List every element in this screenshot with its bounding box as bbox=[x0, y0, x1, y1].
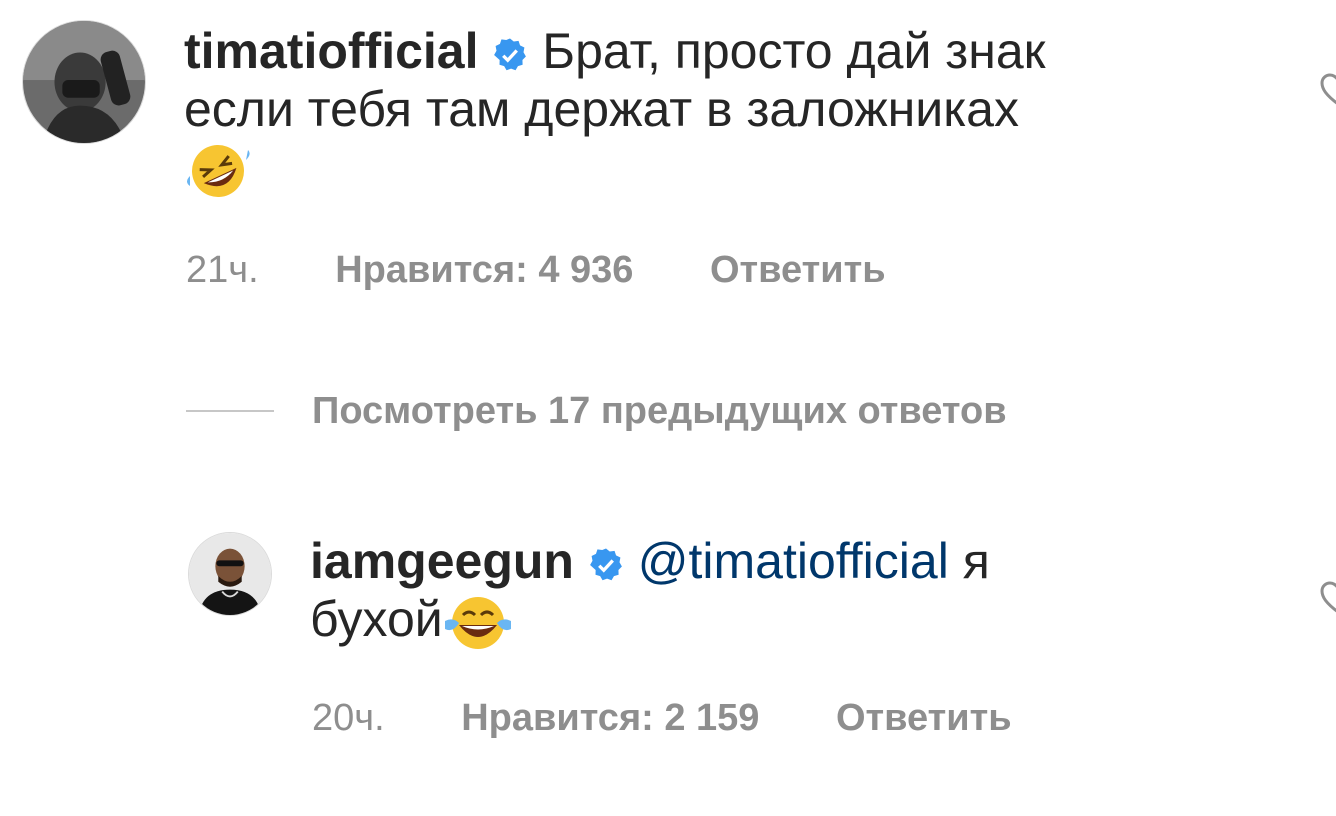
like-heart-icon[interactable] bbox=[1318, 578, 1336, 618]
like-heart-icon[interactable] bbox=[1318, 70, 1336, 110]
reply-button[interactable]: Ответить bbox=[836, 696, 1012, 740]
reply-body: iamgeegun @timatiofficial я бухой bbox=[310, 532, 1210, 653]
avatar-timatiofficial[interactable] bbox=[22, 20, 146, 144]
face-with-tears-of-joy-icon bbox=[444, 596, 511, 649]
replies-divider-line bbox=[186, 410, 274, 412]
view-previous-replies-button[interactable]: Посмотреть 17 предыдущих ответов bbox=[186, 389, 1007, 433]
avatar-photo bbox=[23, 21, 145, 143]
comment-text-line2: если тебя там держат в заложниках bbox=[184, 81, 1019, 137]
avatar-iamgeegun[interactable] bbox=[188, 532, 272, 616]
reply-button[interactable]: Ответить bbox=[710, 248, 886, 292]
mention-link[interactable]: @timatiofficial bbox=[638, 533, 949, 589]
verified-badge-icon bbox=[589, 548, 622, 581]
reply-meta: 20ч. Нравится: 2 159 Ответить bbox=[312, 696, 1012, 740]
verified-badge-icon bbox=[494, 38, 527, 71]
reply-text-line2: бухой bbox=[310, 591, 443, 647]
comment-text-line1: Брат, просто дай знак bbox=[542, 23, 1046, 79]
likes-count-button[interactable]: Нравится: 2 159 bbox=[461, 696, 759, 740]
view-replies-label: Посмотреть 17 предыдущих ответов bbox=[312, 389, 1007, 432]
comment-timestamp: 21ч. bbox=[186, 249, 259, 291]
username-link[interactable]: timatiofficial bbox=[184, 23, 478, 79]
avatar-photo bbox=[189, 533, 271, 615]
reply-timestamp: 20ч. bbox=[312, 697, 385, 739]
comment-meta: 21ч. Нравится: 4 936 Ответить bbox=[186, 248, 886, 292]
reply-text-line1: я bbox=[962, 533, 990, 589]
likes-count-button[interactable]: Нравится: 4 936 bbox=[335, 248, 633, 292]
username-link[interactable]: iamgeegun bbox=[310, 533, 574, 589]
comment-body: timatiofficial Брат, просто дай знак есл… bbox=[184, 22, 1264, 202]
rolling-on-floor-laughing-icon bbox=[187, 144, 250, 197]
